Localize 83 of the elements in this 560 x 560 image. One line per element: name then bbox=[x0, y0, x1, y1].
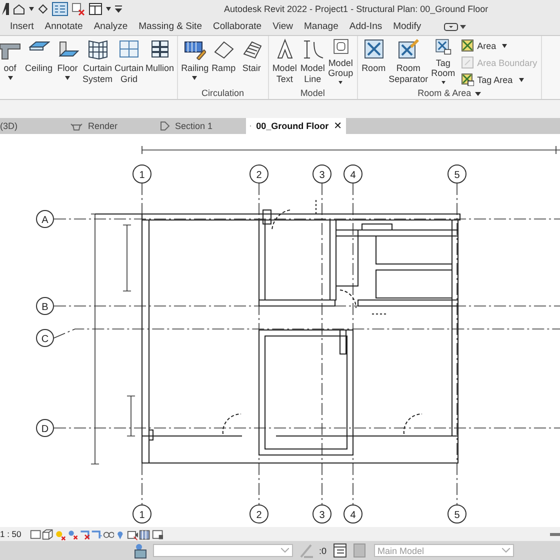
grid-bubble[interactable]: 4 bbox=[344, 504, 362, 524]
properties-icon[interactable] bbox=[52, 2, 68, 16]
design-options-icon[interactable] bbox=[332, 543, 347, 558]
ribbon-button[interactable]: Model Text bbox=[270, 36, 299, 87]
grid-bubble[interactable]: A bbox=[36, 210, 54, 228]
ribbon-button[interactable]: Railing bbox=[180, 36, 210, 87]
teapot-icon bbox=[70, 122, 83, 130]
ribbon-tab[interactable]: Modify bbox=[389, 20, 426, 33]
ribbon-tab[interactable]: Collaborate bbox=[209, 20, 266, 33]
ribbon-button[interactable]: Floor bbox=[54, 36, 82, 87]
tag-area-icon[interactable] bbox=[461, 73, 474, 86]
ribbon-tab[interactable]: View bbox=[268, 20, 298, 33]
panel-toggle-button[interactable] bbox=[442, 22, 468, 32]
grid-icon[interactable] bbox=[118, 38, 140, 60]
close-hidden-icon[interactable] bbox=[72, 2, 85, 16]
grid-bubble[interactable]: 2 bbox=[250, 504, 268, 524]
customize-icon[interactable] bbox=[115, 5, 122, 13]
caret-icon bbox=[460, 24, 466, 28]
ribbon-tab[interactable]: Insert bbox=[6, 20, 38, 33]
grid-bubble[interactable]: C bbox=[36, 329, 54, 347]
close-button[interactable]: ✕ bbox=[334, 120, 342, 132]
crop-icon[interactable] bbox=[78, 528, 90, 540]
lock-view-icon[interactable] bbox=[152, 528, 163, 540]
line-icon[interactable] bbox=[302, 38, 324, 60]
section-icon bbox=[160, 121, 170, 131]
scale-label[interactable]: 1 : 50 bbox=[0, 529, 30, 539]
ribbon-button[interactable]: Mullion bbox=[144, 36, 176, 87]
ribbon-tab[interactable]: Manage bbox=[300, 20, 342, 33]
dimension-line bbox=[122, 224, 132, 292]
area-icon[interactable] bbox=[461, 39, 474, 52]
ribbon-button[interactable]: Stair bbox=[238, 36, 266, 87]
ribbon-tab[interactable]: Analyze bbox=[90, 20, 132, 33]
window-title: Autodesk Revit 2022 - Project1 - Structural Plan: 00_Ground Floor bbox=[224, 4, 488, 14]
crop-region-icon[interactable] bbox=[90, 528, 102, 540]
switch-windows-icon[interactable] bbox=[89, 3, 102, 15]
ribbon-button[interactable]: Model Line bbox=[298, 36, 327, 87]
mullion-icon[interactable] bbox=[148, 38, 171, 60]
home-icon[interactable] bbox=[13, 4, 25, 14]
ribbon-tab[interactable]: Massing & Site bbox=[134, 20, 206, 33]
resize-handle[interactable] bbox=[550, 532, 560, 536]
drawing-canvas[interactable]: 1 1 2 2 3 3 4 4 5 5 A B C D bbox=[0, 134, 560, 527]
panel-label: Model bbox=[300, 88, 325, 98]
shadow-icon[interactable] bbox=[66, 528, 78, 540]
panel-label: Circulation bbox=[202, 88, 244, 98]
worksets-icon[interactable] bbox=[134, 542, 147, 558]
caret-icon[interactable] bbox=[106, 7, 111, 11]
building-icon[interactable] bbox=[139, 528, 151, 540]
ribbon-button[interactable]: Curtain System bbox=[82, 36, 114, 87]
cube-icon[interactable] bbox=[42, 528, 54, 540]
selection-count: :0 bbox=[319, 546, 327, 556]
grid-bubble[interactable]: 3 bbox=[312, 164, 332, 184]
caret-icon bbox=[502, 548, 510, 553]
document-tab[interactable]: 00_Ground Floor ✕ bbox=[246, 118, 346, 134]
view-frame-icon[interactable] bbox=[30, 528, 42, 540]
ribbon-button[interactable]: Tag Room bbox=[429, 36, 458, 87]
floor-plan-drawing[interactable] bbox=[94, 200, 460, 464]
grid-bubble[interactable]: 5 bbox=[448, 504, 466, 524]
grid-bubble[interactable]: 4 bbox=[344, 164, 362, 184]
ribbon-button[interactable]: Tag Area bbox=[459, 72, 540, 87]
grid-bubble[interactable]: 2 bbox=[250, 164, 268, 184]
ribbon-button[interactable]: Model Group bbox=[326, 36, 355, 87]
grid-bubble[interactable]: B bbox=[36, 297, 54, 315]
grid-bubble[interactable]: 5 bbox=[448, 164, 466, 184]
grid-bubble[interactable]: D bbox=[36, 419, 54, 437]
room-separator-icon[interactable] bbox=[397, 38, 420, 60]
ribbon-button[interactable]: Area bbox=[459, 38, 540, 53]
ribbon-button[interactable]: oof bbox=[0, 36, 24, 87]
caret-icon[interactable] bbox=[29, 7, 34, 11]
curtain-wall-icon[interactable] bbox=[86, 38, 109, 60]
ribbon-button[interactable]: Room Separator bbox=[388, 36, 430, 87]
ribbon-button[interactable]: Curtain Grid bbox=[114, 36, 145, 87]
ribbon-button[interactable]: Room bbox=[360, 36, 388, 87]
ribbon-tab[interactable]: Annotate bbox=[40, 20, 87, 33]
caret-icon bbox=[281, 548, 289, 553]
dimension-line bbox=[126, 396, 136, 436]
ribbon-tab[interactable]: Add-Ins bbox=[345, 20, 386, 33]
ribbon-button[interactable]: Ramp bbox=[210, 36, 238, 87]
grid-bubble[interactable]: 3 bbox=[312, 504, 332, 524]
panel-label[interactable]: Room & Area bbox=[418, 88, 482, 98]
grid-bubble[interactable]: 1 bbox=[132, 164, 152, 184]
room-icon[interactable] bbox=[362, 38, 385, 60]
grid-bubble[interactable]: 1 bbox=[132, 504, 152, 524]
ribbon-button[interactable]: Ceiling bbox=[24, 36, 54, 87]
